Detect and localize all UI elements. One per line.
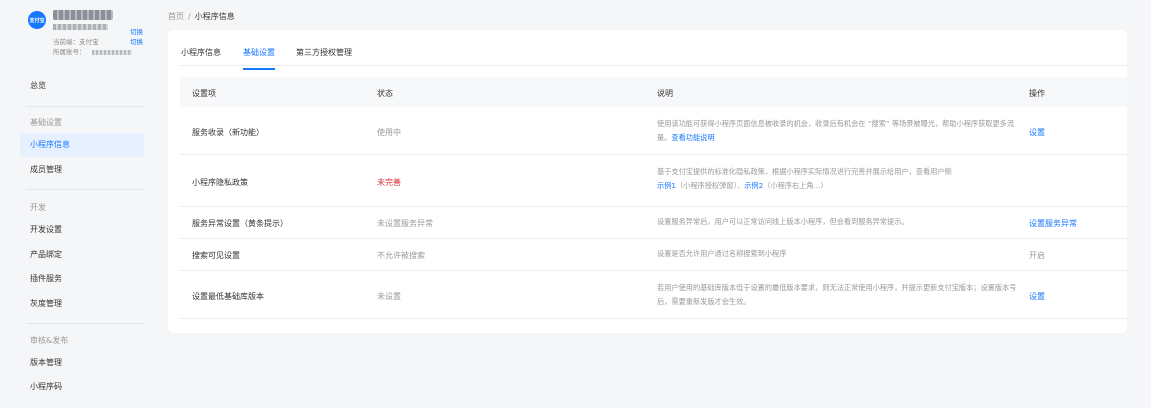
sidebar-item-member-mgmt[interactable]: 成员管理 bbox=[20, 158, 144, 182]
nav-group-basic: 基础设置 bbox=[30, 118, 62, 127]
current-end-label: 当前端： bbox=[53, 38, 79, 46]
row-name: 搜索可见设置 bbox=[192, 251, 240, 260]
sidebar-item-gray-mgmt[interactable]: 灰度管理 bbox=[20, 292, 144, 316]
row-action-link[interactable]: 开启 bbox=[1029, 250, 1045, 261]
owner-account-label: 所属账号： bbox=[53, 48, 86, 56]
header-name: 设置项 bbox=[192, 89, 216, 98]
account-panel: 支付宝 切换 当前端：支付宝 切换 所属账号： bbox=[20, 10, 150, 60]
table-row: 设置最低基础库版本 未设置 若用户使用的基础库版本低于设置的最低版本要求，则无法… bbox=[180, 271, 1128, 319]
sidebar-item-miniapp-code[interactable]: 小程序码 bbox=[20, 375, 144, 399]
current-end-line: 当前端：支付宝 bbox=[53, 36, 99, 46]
owner-account-masked bbox=[91, 49, 132, 55]
row-status: 未完善 bbox=[377, 178, 401, 187]
nav-group-dev: 开发 bbox=[30, 203, 46, 212]
breadcrumb-current: 小程序信息 bbox=[194, 12, 235, 21]
example2-link[interactable]: 示例2 bbox=[744, 181, 763, 190]
table-row: 服务异常设置（黄条提示） 未设置服务异常 设置服务异常后，用户可以正常访问线上版… bbox=[180, 207, 1128, 239]
main-card: 小程序信息 基础设置 第三方授权管理 设置项 状态 说明 操作 服务收录（新功能… bbox=[168, 30, 1128, 333]
sidebar-item-plugin-service[interactable]: 插件服务 bbox=[20, 267, 144, 291]
sidebar-item-dev-settings[interactable]: 开发设置 bbox=[20, 218, 144, 242]
row-action-link[interactable]: 设置 bbox=[1029, 127, 1045, 138]
breadcrumb-home[interactable]: 首页 bbox=[168, 12, 184, 21]
sidebar-item-overview[interactable]: 总览 bbox=[20, 74, 144, 98]
breadcrumb: 首页 / 小程序信息 bbox=[168, 11, 235, 22]
row-desc: 使用该功能可获得小程序页面信息被收录的机会，收录后有机会在 “搜索” 等场景被曝… bbox=[657, 117, 1027, 145]
row-desc-text: （小程序右上角...） bbox=[763, 181, 828, 190]
tab-basic-settings[interactable]: 基础设置 bbox=[243, 47, 275, 70]
row-status: 不允许被搜索 bbox=[377, 251, 425, 260]
table-row: 搜索可见设置 不允许被搜索 设置是否允许用户通过名称搜索到小程序 开启 bbox=[180, 239, 1128, 271]
switch-account-link[interactable]: 切换 bbox=[130, 26, 143, 36]
table-row: 小程序隐私政策 未完善 基于支付宝提供的标准化隐私政策，根据小程序实际情况进行完… bbox=[180, 155, 1128, 207]
header-desc: 说明 bbox=[657, 89, 673, 98]
table-row: 服务收录（新功能） 使用中 使用该功能可获得小程序页面信息被收录的机会，收录后有… bbox=[180, 107, 1128, 155]
owner-account-line: 所属账号： bbox=[53, 46, 132, 56]
row-desc-text: （小程序授权弹窗）、 bbox=[675, 181, 745, 190]
current-end-value: 支付宝 bbox=[79, 38, 99, 46]
breadcrumb-separator: / bbox=[188, 12, 191, 21]
row-desc: 若用户使用的基础库版本低于设置的最低版本要求，则无法正常使用小程序，并提示更新支… bbox=[657, 283, 1017, 306]
avatar: 支付宝 bbox=[28, 11, 46, 29]
table-header: 设置项 状态 说明 操作 bbox=[180, 77, 1128, 107]
account-name-masked bbox=[53, 10, 113, 20]
row-action-link[interactable]: 设置 bbox=[1029, 291, 1045, 302]
row-name: 服务收录（新功能） bbox=[192, 128, 264, 137]
row-status: 未设置 bbox=[377, 292, 401, 301]
nav-divider bbox=[26, 106, 144, 107]
row-desc: 设置是否允许用户通过名称搜索到小程序 bbox=[657, 249, 787, 258]
row-action-link[interactable]: 设置服务异常 bbox=[1029, 218, 1077, 229]
row-name: 服务异常设置（黄条提示） bbox=[192, 219, 288, 228]
row-desc-text: 基于支付宝提供的标准化隐私政策，根据小程序实际情况进行完善并展示给用户，查看用户… bbox=[657, 167, 952, 176]
row-desc: 设置服务异常后，用户可以正常访问线上版本小程序，但会看到服务异常提示。 bbox=[657, 217, 909, 226]
example1-link[interactable]: 示例1 bbox=[657, 181, 676, 190]
header-op: 操作 bbox=[1029, 89, 1045, 98]
switch-end-link[interactable]: 切换 bbox=[130, 36, 143, 46]
row-status: 未设置服务异常 bbox=[377, 219, 433, 228]
header-status: 状态 bbox=[377, 89, 393, 98]
nav-divider bbox=[26, 323, 144, 324]
row-status: 使用中 bbox=[377, 128, 401, 137]
row-name: 设置最低基础库版本 bbox=[192, 292, 264, 301]
tab-bar: 小程序信息 基础设置 第三方授权管理 bbox=[180, 42, 1128, 70]
row-name: 小程序隐私政策 bbox=[192, 178, 248, 187]
feature-doc-link[interactable]: 查看功能说明 bbox=[671, 133, 714, 142]
account-id-masked bbox=[53, 24, 108, 30]
sidebar-item-miniapp-info[interactable]: 小程序信息 bbox=[20, 133, 144, 157]
sidebar-item-version-mgmt[interactable]: 版本管理 bbox=[20, 351, 144, 375]
nav-group-review: 审核&发布 bbox=[30, 336, 69, 345]
sidebar-item-product-binding[interactable]: 产品绑定 bbox=[20, 243, 144, 267]
row-desc: 基于支付宝提供的标准化隐私政策，根据小程序实际情况进行完善并展示给用户，查看用户… bbox=[657, 165, 1027, 193]
tab-divider bbox=[180, 65, 1128, 66]
sidebar: 支付宝 切换 当前端：支付宝 切换 所属账号： 总览 基础设置 小程序信息 成员… bbox=[0, 0, 155, 408]
nav-divider bbox=[26, 189, 144, 190]
